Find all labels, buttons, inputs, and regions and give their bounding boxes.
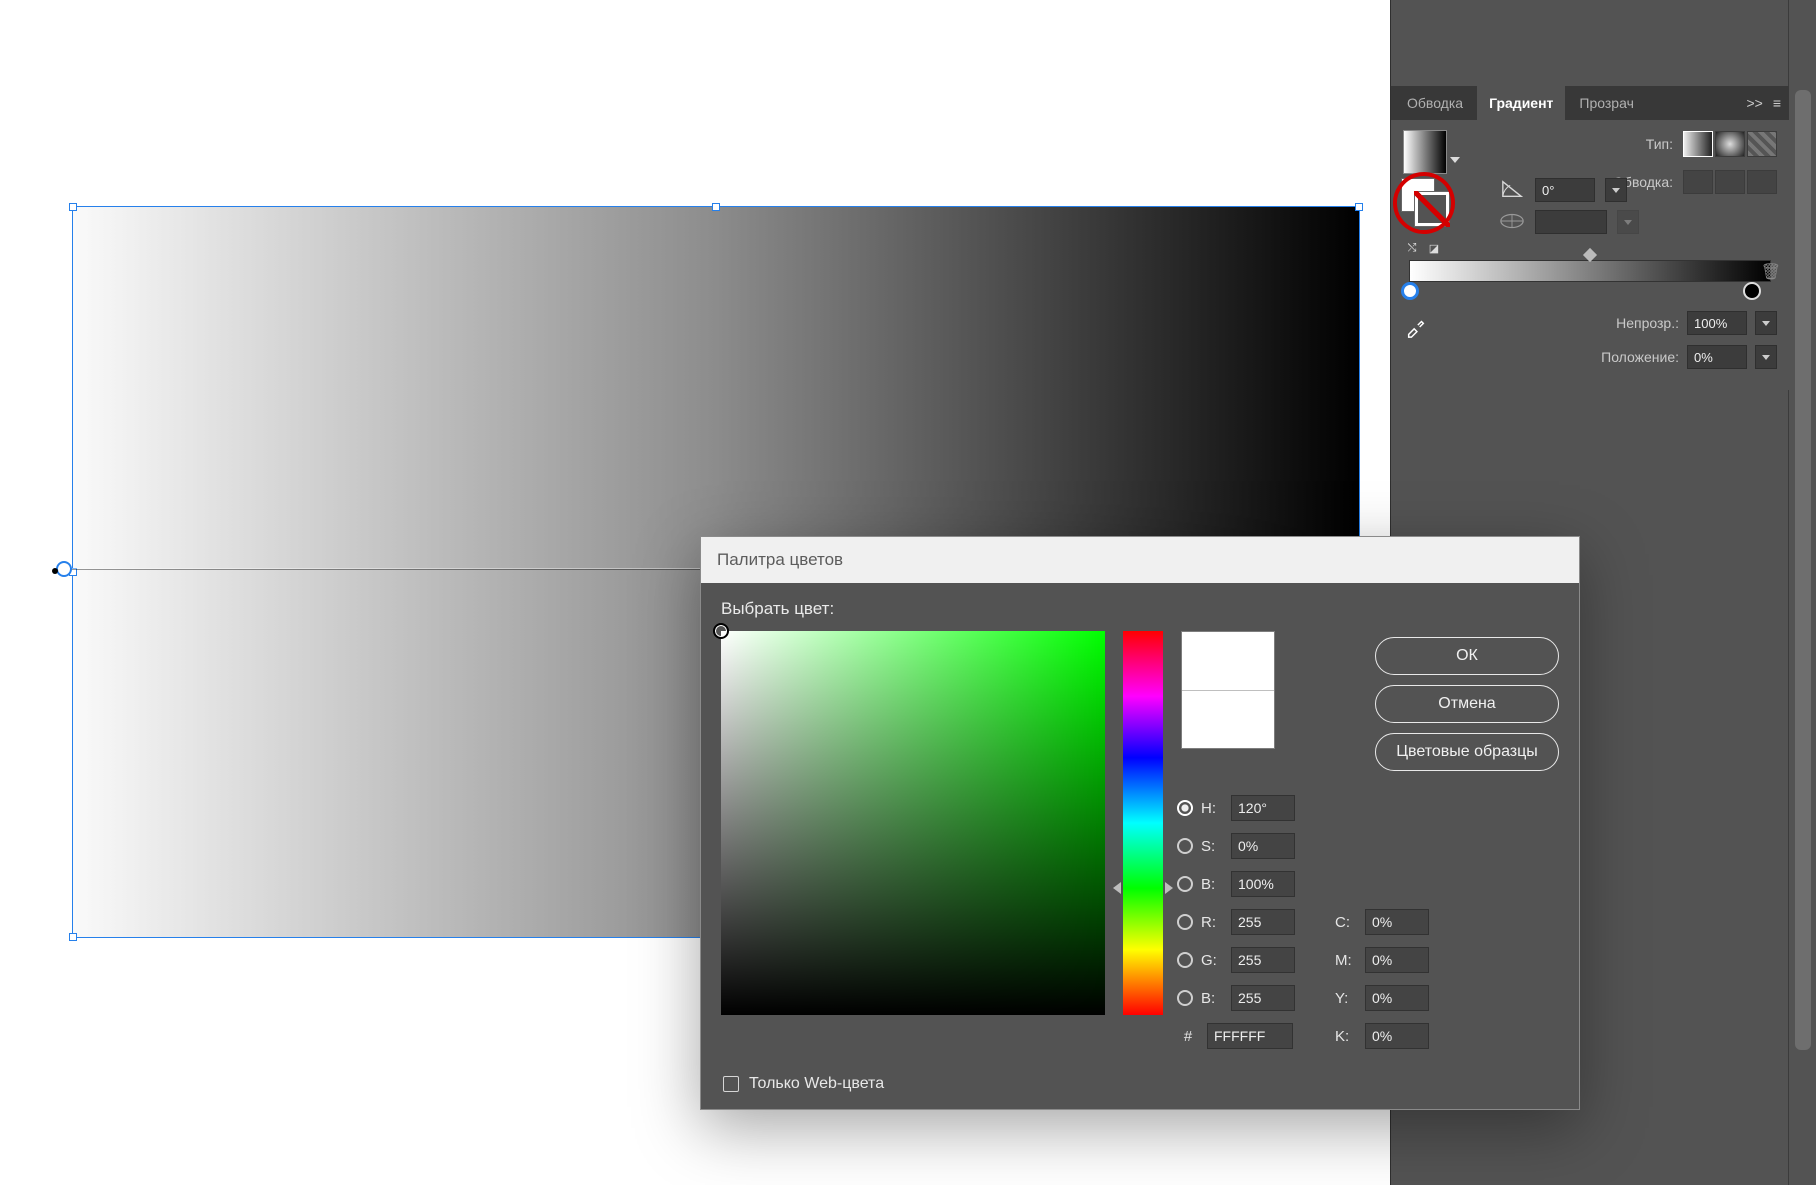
dock-scrollbar[interactable] [1788,0,1816,1185]
angle-icon [1501,179,1525,201]
default-fill-stroke-icon[interactable]: ◪ [1425,240,1443,256]
input-r[interactable]: 255 [1231,909,1295,935]
label-c: C: [1335,914,1357,931]
input-b-hsb[interactable]: 100% [1231,871,1295,897]
stroke-gradient-along[interactable] [1715,170,1745,194]
web-colors-label: Только Web-цвета [749,1075,884,1093]
position-dropdown[interactable] [1755,345,1777,369]
input-hex[interactable]: FFFFFF [1207,1023,1293,1049]
color-preview [1181,631,1275,749]
color-preview-current [1182,691,1274,749]
opacity-label: Непрозр.: [1616,315,1679,331]
label-b-rgb: B: [1201,990,1223,1007]
input-m[interactable]: 0% [1365,947,1429,973]
cancel-button[interactable]: Отмена [1375,685,1559,723]
label-y: Y: [1335,990,1357,1007]
swatches-button[interactable]: Цветовые образцы [1375,733,1559,771]
gradient-stop-left[interactable] [1401,282,1419,300]
stroke-gradient-across[interactable] [1747,170,1777,194]
dock-scrollbar-thumb[interactable] [1795,90,1811,1050]
color-picker-title: Палитра цветов [701,537,1579,583]
label-m: M: [1335,952,1357,969]
delete-stop-icon[interactable]: 🗑 [1761,262,1781,282]
color-preview-new [1182,632,1274,691]
gradient-panel-body: Тип: Обводка: [1391,120,1789,390]
tab-gradient[interactable]: Градиент [1477,86,1565,120]
selection-handle-bl[interactable] [69,933,77,941]
input-s[interactable]: 0% [1231,833,1295,859]
stroke-swatch-none[interactable] [1415,192,1449,226]
position-input[interactable]: 0% [1687,345,1747,369]
aspect-ratio-dropdown [1617,210,1639,234]
gradient-ramp-bar[interactable] [1409,260,1771,282]
label-b-hsb: B: [1201,876,1223,893]
radio-g[interactable] [1177,952,1193,968]
hue-slider[interactable] [1123,631,1163,1015]
input-c[interactable]: 0% [1365,909,1429,935]
radio-b-rgb[interactable] [1177,990,1193,1006]
gradient-stop-right[interactable] [1743,282,1761,300]
gradient-ramp[interactable]: 🗑 [1403,260,1777,300]
color-cursor[interactable] [713,623,729,639]
label-k: K: [1335,1028,1357,1045]
aspect-ratio-icon [1499,212,1525,233]
label-g: G: [1201,952,1223,969]
swap-fill-stroke-icon[interactable]: ⤭ [1403,240,1421,256]
radio-s[interactable] [1177,838,1193,854]
gradient-preview-swatch[interactable] [1403,130,1447,174]
input-h[interactable]: 120° [1231,795,1295,821]
opacity-input[interactable]: 100% [1687,311,1747,335]
selection-handle-tl[interactable] [69,203,77,211]
type-label: Тип: [1646,136,1673,152]
panel-tabs: Обводка Градиент Прозрач >> ≡ [1391,86,1789,120]
eyedropper-icon[interactable] [1405,316,1427,338]
angle-dropdown[interactable] [1605,178,1627,202]
gradient-type-freeform[interactable] [1747,131,1777,157]
label-hex: # [1177,1028,1199,1045]
selection-handle-tm[interactable] [712,203,720,211]
panel-menu-icon[interactable]: ≡ [1773,95,1781,111]
aspect-ratio-input [1535,210,1607,234]
label-r: R: [1201,914,1223,931]
color-picker-heading: Выбрать цвет: [721,599,1559,619]
web-colors-checkbox[interactable] [723,1076,739,1092]
input-y[interactable]: 0% [1365,985,1429,1011]
ok-button[interactable]: ОК [1375,637,1559,675]
saturation-brightness-field[interactable] [721,631,1105,1015]
angle-input[interactable]: 0° [1535,178,1595,202]
input-k[interactable]: 0% [1365,1023,1429,1049]
opacity-dropdown[interactable] [1755,311,1777,335]
tab-transparency[interactable]: Прозрач [1567,86,1645,120]
label-s: S: [1201,838,1223,855]
selection-handle-tr[interactable] [1355,203,1363,211]
web-colors-row[interactable]: Только Web-цвета [723,1075,884,1093]
radio-r[interactable] [1177,914,1193,930]
stroke-gradient-within[interactable] [1683,170,1713,194]
color-picker-dialog: Палитра цветов Выбрать цвет: ОК Отмена Ц… [700,536,1580,1110]
label-h: H: [1201,800,1223,817]
fill-stroke-proxy[interactable] [1401,178,1455,232]
panel-collapse-icon[interactable]: >> [1746,95,1762,111]
position-label: Положение: [1601,349,1679,365]
gradient-panel: Обводка Градиент Прозрач >> ≡ Тип: [1391,86,1789,390]
radio-b-hsb[interactable] [1177,876,1193,892]
tab-stroke[interactable]: Обводка [1395,86,1475,120]
gradient-type-radial[interactable] [1715,131,1745,157]
radio-h[interactable] [1177,800,1193,816]
gradient-annotator-start[interactable] [56,561,72,577]
input-b-rgb[interactable]: 255 [1231,985,1295,1011]
input-g[interactable]: 255 [1231,947,1295,973]
gradient-type-linear[interactable] [1683,131,1713,157]
